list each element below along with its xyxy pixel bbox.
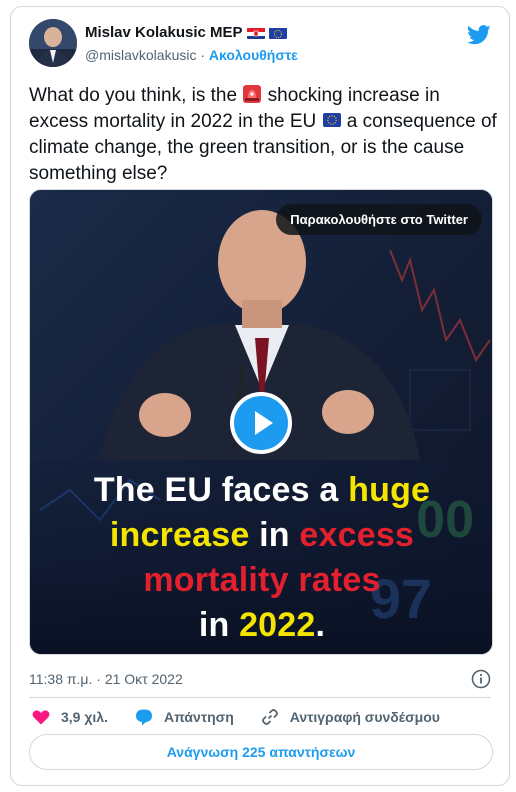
follow-link[interactable]: Ακολουθήστε bbox=[209, 47, 298, 63]
divider bbox=[29, 697, 491, 698]
caption-w4: in bbox=[249, 516, 300, 554]
author-avatar[interactable] bbox=[29, 19, 77, 67]
tweet-text-part1: What do you think, is the bbox=[29, 85, 243, 106]
siren-emoji-icon bbox=[242, 84, 262, 104]
caption-w3: increase bbox=[109, 516, 250, 554]
reply-label: Απάντηση bbox=[163, 709, 234, 725]
play-icon bbox=[255, 411, 273, 435]
link-icon bbox=[261, 709, 278, 725]
author-handle-row: @mislavkolakusic · Ακολουθήστε bbox=[85, 47, 298, 63]
twitter-bird-icon[interactable] bbox=[467, 25, 491, 45]
like-count: 3,9 χιλ. bbox=[61, 709, 108, 725]
caption-w1: The EU faces a bbox=[93, 471, 349, 509]
reply-button[interactable]: Απάντηση bbox=[134, 705, 234, 729]
profile-photo-icon bbox=[29, 19, 77, 67]
like-button[interactable]: 3,9 χιλ. bbox=[31, 705, 108, 729]
author-name[interactable]: Mislav Kolakusic MEP bbox=[85, 24, 243, 41]
eu-flag-icon bbox=[268, 27, 287, 39]
caption-w2: huge bbox=[348, 471, 431, 509]
video-player[interactable]: 00 97 Παρακολουθήστε στο Twitter The EU … bbox=[29, 189, 493, 655]
video-caption: The EU faces a huge increase in excess m… bbox=[30, 468, 492, 648]
reply-bubble-icon bbox=[135, 709, 152, 726]
caption-w6: mortality rates bbox=[143, 561, 381, 599]
info-icon[interactable] bbox=[471, 669, 491, 689]
play-button[interactable] bbox=[230, 392, 292, 454]
author-name-row: Mislav Kolakusic MEP bbox=[85, 24, 287, 41]
author-handle[interactable]: @mislavkolakusic bbox=[85, 47, 196, 63]
tweet-timestamp[interactable]: 11:38 π.μ. · 21 Οκτ 2022 bbox=[29, 671, 183, 687]
tweet-text: What do you think, is the shocking incre… bbox=[29, 83, 499, 187]
copy-link-label: Αντιγραφή συνδέσμου bbox=[289, 709, 440, 725]
watch-on-twitter-button[interactable]: Παρακολουθήστε στο Twitter bbox=[276, 204, 482, 235]
caption-w5: excess bbox=[299, 516, 415, 554]
handle-separator: · bbox=[196, 47, 209, 63]
copy-link-button[interactable]: Αντιγραφή συνδέσμου bbox=[260, 705, 440, 729]
tweet-card: Mislav Kolakusic MEP @mislavkolakusic · … bbox=[10, 6, 510, 786]
caption-w9: . bbox=[315, 606, 326, 644]
eu-flag-emoji-icon bbox=[322, 110, 342, 130]
caption-w8: 2022 bbox=[239, 606, 316, 644]
tweet-actions: 3,9 χιλ. Απάντηση Αντιγραφή συνδέσμου bbox=[31, 705, 466, 729]
read-replies-button[interactable]: Ανάγνωση 225 απαντήσεων bbox=[29, 734, 493, 770]
caption-w7: in bbox=[198, 606, 240, 644]
croatia-flag-icon bbox=[246, 27, 265, 39]
heart-icon bbox=[32, 710, 50, 725]
